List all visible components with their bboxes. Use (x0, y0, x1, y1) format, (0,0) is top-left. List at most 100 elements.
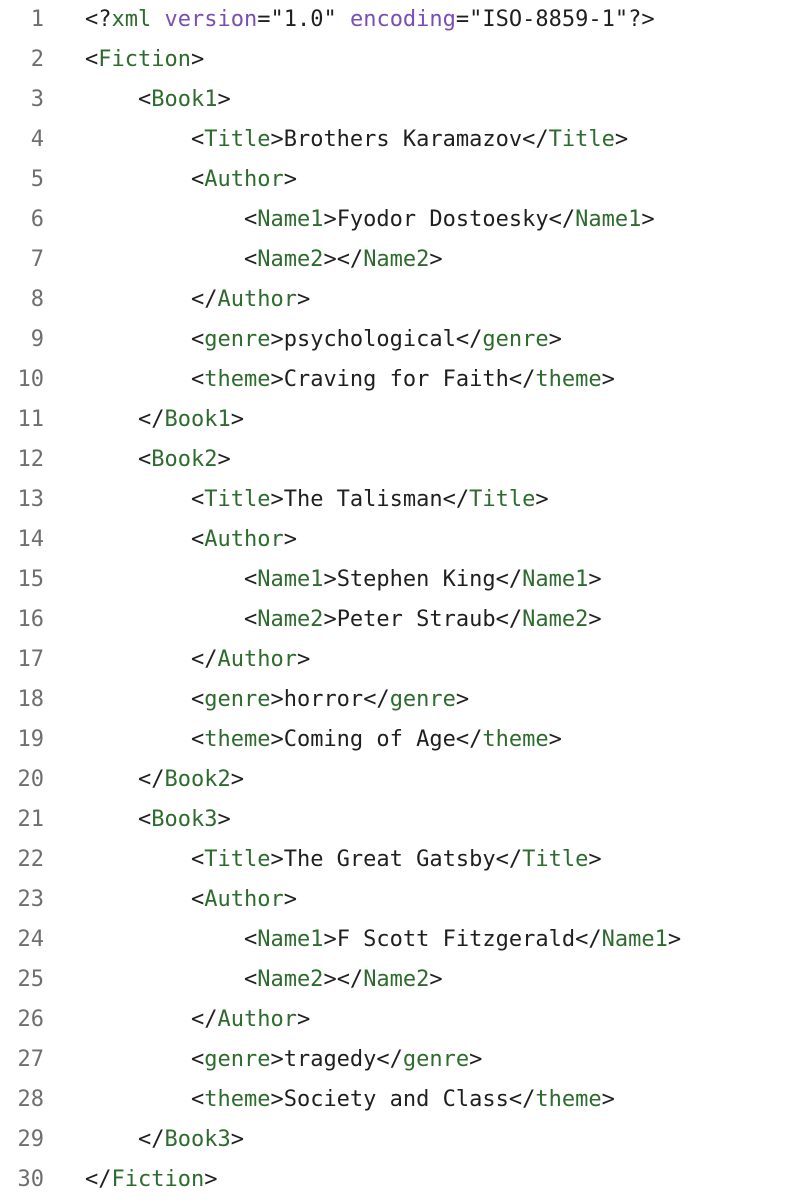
closing-tag-bracket-open: </ (137, 767, 165, 792)
code-line[interactable]: 27 <genre>tragedy</genre> (0, 1040, 804, 1080)
line-number: 22 (17, 847, 45, 872)
line-content: <Name1>F Scott Fitzgerald</Name1> (85, 920, 681, 960)
indentation (85, 847, 191, 872)
code-line[interactable]: 22 <Title>The Great Gatsby</Title> (0, 840, 804, 880)
declaration-target: xml (111, 7, 152, 32)
line-number: 18 (17, 687, 45, 712)
element-text: The Great Gatsby (283, 847, 496, 872)
line-number: 30 (17, 1167, 45, 1192)
declaration-close: ?> (628, 7, 655, 32)
indentation (85, 207, 244, 232)
code-line[interactable]: 19 <theme>Coming of Age</theme> (0, 720, 804, 760)
closing-tag-name: Name2 (363, 247, 430, 272)
line-number: 6 (30, 207, 44, 232)
tag-name: Book2 (151, 447, 218, 472)
line-number: 16 (17, 607, 45, 632)
code-line[interactable]: 11 </Book1> (0, 400, 804, 440)
code-line[interactable]: 21 <Book3> (0, 800, 804, 840)
tag-name: Fiction (111, 1167, 205, 1192)
line-content: <theme>Craving for Faith</theme> (85, 360, 615, 400)
tag-bracket-open: < (190, 687, 205, 712)
line-number: 17 (17, 647, 45, 672)
code-line[interactable]: 25 <Name2></Name2> (0, 960, 804, 1000)
line-number: 3 (30, 87, 44, 112)
code-line[interactable]: 20 </Book2> (0, 760, 804, 800)
line-content: </Book1> (85, 400, 244, 440)
tag-bracket-close: > (270, 727, 284, 752)
line-number: 25 (17, 967, 45, 992)
tag-name: Book3 (151, 807, 218, 832)
line-number: 19 (17, 727, 45, 752)
element-text: Brothers Karamazov (283, 127, 523, 152)
closing-tag-bracket-open: </ (575, 927, 602, 952)
code-line[interactable]: 6 <Name1>Fyodor Dostoesky</Name1> (0, 200, 804, 240)
code-line[interactable]: 2 <Fiction> (0, 40, 804, 80)
tag-bracket-close: > (323, 207, 337, 232)
line-content: <Book3> (85, 800, 231, 840)
line-number: 11 (17, 407, 45, 432)
indentation (85, 567, 244, 592)
closing-tag-name: theme (482, 727, 549, 752)
code-line[interactable]: 18 <genre>horror</genre> (0, 680, 804, 720)
indentation (85, 887, 191, 912)
tag-bracket-close: > (283, 527, 297, 552)
tag-bracket-open: < (190, 887, 205, 912)
code-line[interactable]: 5 <Author> (0, 160, 804, 200)
tag-name: Name1 (257, 207, 324, 232)
indentation (85, 1087, 191, 1112)
tag-bracket-open: < (243, 567, 258, 592)
closing-tag-bracket-open: </ (190, 647, 218, 672)
closing-tag-bracket-open: </ (508, 1087, 536, 1112)
indentation (85, 807, 138, 832)
code-line[interactable]: 4 <Title>Brothers Karamazov</Title> (0, 120, 804, 160)
line-content: <Title>Brothers Karamazov</Title> (85, 120, 628, 160)
line-content: <theme>Coming of Age</theme> (85, 720, 562, 760)
code-line[interactable]: 10 <theme>Craving for Faith</theme> (0, 360, 804, 400)
code-line[interactable]: 9 <genre>psychological</genre> (0, 320, 804, 360)
closing-tag-name: Name1 (522, 567, 589, 592)
code-line[interactable]: 13 <Title>The Talisman</Title> (0, 480, 804, 520)
code-line[interactable]: 14 <Author> (0, 520, 804, 560)
line-number: 7 (30, 247, 44, 272)
line-number: 24 (17, 927, 45, 952)
closing-tag-bracket-open: </ (85, 1167, 112, 1192)
tag-name: Author (204, 167, 284, 192)
code-line[interactable]: 12 <Book2> (0, 440, 804, 480)
code-line[interactable]: 1 <?xml version="1.0" encoding="ISO-8859-… (0, 0, 804, 40)
tag-bracket-close: > (641, 207, 655, 232)
line-content: <Name2></Name2> (85, 960, 443, 1000)
code-line[interactable]: 7 <Name2></Name2> (0, 240, 804, 280)
element-text: Society and Class (283, 1087, 509, 1112)
code-line[interactable]: 30 </Fiction> (0, 1160, 804, 1200)
indentation (85, 647, 191, 672)
code-editor[interactable]: 1 <?xml version="1.0" encoding="ISO-8859-… (0, 0, 804, 1204)
closing-tag-name: Name2 (522, 607, 589, 632)
indentation (85, 767, 138, 792)
line-content: <Fiction> (85, 40, 204, 80)
code-line[interactable]: 24 <Name1>F Scott Fitzgerald</Name1> (0, 920, 804, 960)
tag-name: genre (204, 687, 271, 712)
code-line[interactable]: 8 </Author> (0, 280, 804, 320)
code-line[interactable]: 17 </Author> (0, 640, 804, 680)
closing-tag-bracket-open: </ (190, 287, 218, 312)
code-line[interactable]: 28 <theme>Society and Class</theme> (0, 1080, 804, 1120)
line-content: <theme>Society and Class</theme> (85, 1080, 615, 1120)
code-line[interactable]: 23 <Author> (0, 880, 804, 920)
element-text: tragedy (283, 1047, 377, 1072)
indentation (85, 1047, 191, 1072)
code-line[interactable]: 15 <Name1>Stephen King</Name1> (0, 560, 804, 600)
line-number: 9 (30, 327, 44, 352)
tag-bracket-open: < (243, 247, 258, 272)
tag-name: theme (204, 367, 271, 392)
indentation (85, 247, 244, 272)
tag-bracket-close: > (667, 927, 682, 952)
code-line[interactable]: 26 </Author> (0, 1000, 804, 1040)
code-line[interactable]: 3 <Book1> (0, 80, 804, 120)
code-line[interactable]: 29 </Book3> (0, 1120, 804, 1160)
code-line[interactable]: 16 <Name2>Peter Straub</Name2> (0, 600, 804, 640)
tag-bracket-close: > (270, 1087, 284, 1112)
line-number: 28 (17, 1087, 45, 1112)
tag-bracket-close: > (217, 87, 231, 112)
